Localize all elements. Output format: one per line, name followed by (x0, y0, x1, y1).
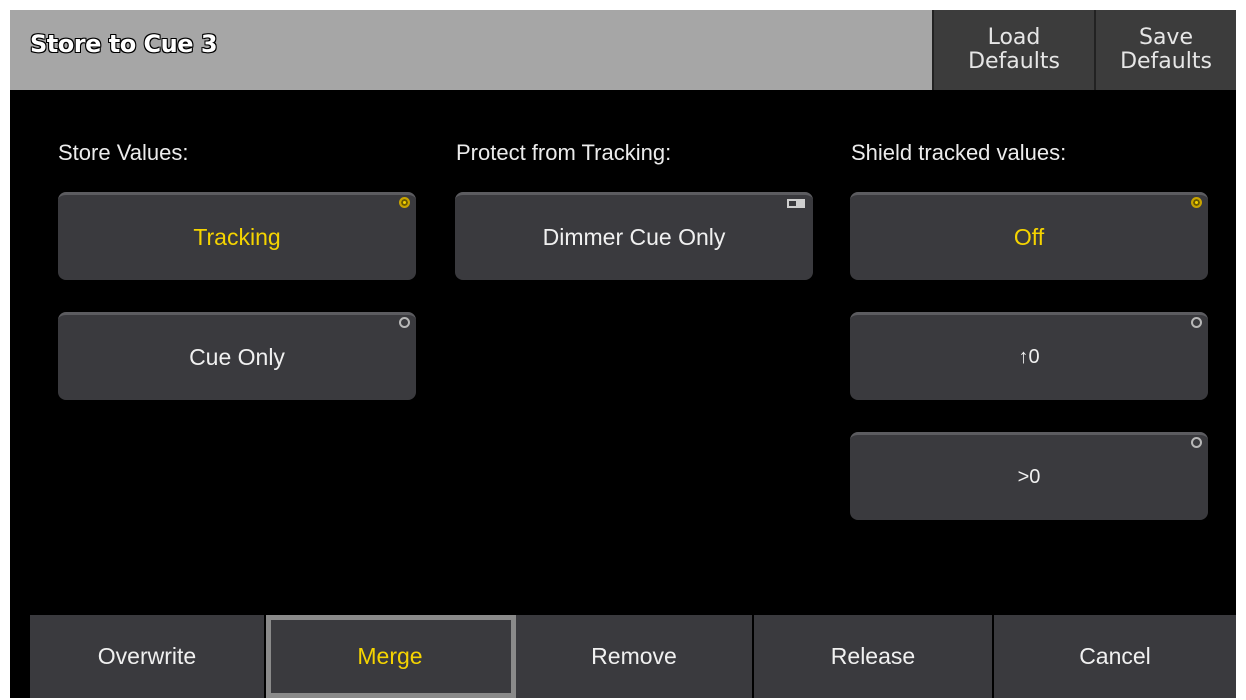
protect-from-tracking-label: Protect from Tracking: (456, 140, 672, 165)
cancel-button[interactable]: Cancel (994, 615, 1236, 698)
protect-option-dimmer-cue-only[interactable]: Dimmer Cue Only (455, 192, 813, 280)
selected-indicator-icon (1191, 197, 1202, 208)
store-option-cue-only-label: Cue Only (189, 344, 285, 370)
store-option-cue-only[interactable]: Cue Only (58, 312, 416, 400)
shield-option-off[interactable]: Off (850, 192, 1208, 280)
release-button[interactable]: Release (754, 615, 994, 698)
overwrite-button[interactable]: Overwrite (30, 615, 266, 698)
shield-option-off-label: Off (1013, 224, 1045, 250)
unselected-indicator-icon (399, 317, 410, 328)
unselected-indicator-icon (1191, 317, 1202, 328)
shield-option-up-zero[interactable]: ↑0 (850, 312, 1208, 400)
dialog-title: Store to Cue 3 (30, 30, 218, 58)
selected-indicator-icon (399, 197, 410, 208)
shield-option-greater-zero[interactable]: >0 (850, 432, 1208, 520)
load-defaults-label: Load Defaults (968, 25, 1060, 74)
save-defaults-label: Save Defaults (1120, 25, 1212, 74)
store-option-tracking[interactable]: Tracking (58, 192, 416, 280)
store-values-label: Store Values: (58, 140, 189, 165)
title-bar: Store to Cue 3 Load Defaults Save Defaul… (10, 10, 1236, 90)
unselected-indicator-icon (1191, 437, 1202, 448)
save-defaults-button[interactable]: Save Defaults (1094, 10, 1236, 90)
store-cue-dialog: Store to Cue 3 Load Defaults Save Defaul… (10, 10, 1236, 698)
protect-option-dimmer-cue-only-label: Dimmer Cue Only (542, 224, 726, 250)
shield-tracked-values-label: Shield tracked values: (851, 140, 1067, 165)
shield-option-up-zero-label: ↑0 (1018, 346, 1040, 368)
shield-option-greater-zero-label: >0 (1017, 466, 1041, 488)
merge-button[interactable]: Merge (266, 615, 516, 698)
toggle-indicator-icon (787, 199, 805, 208)
store-option-tracking-label: Tracking (193, 224, 281, 250)
remove-button[interactable]: Remove (516, 615, 754, 698)
footer-bar: Overwrite Merge Remove Release Cancel (10, 615, 1236, 698)
load-defaults-button[interactable]: Load Defaults (932, 10, 1094, 90)
